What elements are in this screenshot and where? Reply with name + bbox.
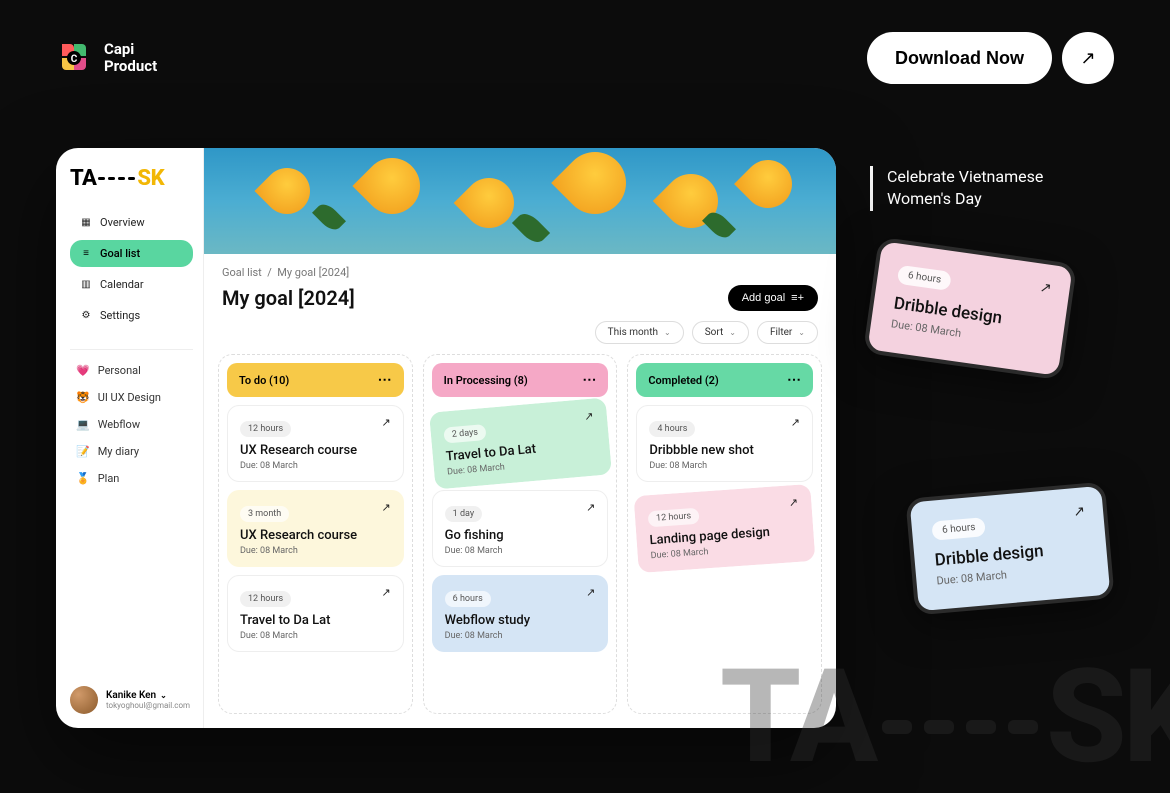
time-chip: 2 days (443, 424, 486, 444)
arrow-up-right-icon: ↗ (586, 586, 595, 599)
promo-card: 6 hours ↗ Dribble design Due: 08 March (905, 482, 1114, 616)
arrow-up-right-icon: ↗ (789, 496, 799, 510)
app-logo: TA SK (70, 166, 193, 191)
background-logo: TASK (720, 640, 1170, 793)
time-chip: 4 hours (649, 421, 695, 437)
note-icon: 📝 (76, 445, 90, 458)
chevron-down-icon: ⌄ (729, 328, 736, 337)
tag-ui-ux-design[interactable]: 🐯UI UX Design (70, 389, 193, 406)
sidebar-item-label: Goal list (100, 247, 140, 260)
sidebar-nav: ▦ Overview ≡ Goal list ▥ Calendar ⚙ Sett… (70, 209, 193, 329)
column-in-processing: In Processing (8) ⋯ 2 days ↗ Travel to D… (423, 354, 618, 714)
time-chip: 12 hours (240, 591, 291, 607)
chevron-down-icon: ⌄ (798, 328, 805, 337)
top-actions: Download Now ↗ (867, 32, 1114, 84)
sidebar-tags: 💗Personal 🐯UI UX Design 💻Webflow 📝My dia… (70, 362, 193, 487)
tiger-icon: 🐯 (76, 391, 90, 404)
sidebar: TA SK ▦ Overview ≡ Goal list ▥ Calendar … (56, 148, 204, 728)
arrow-up-right-icon: ↗ (381, 586, 390, 599)
heart-icon: 💗 (76, 364, 90, 377)
download-button[interactable]: Download Now (867, 32, 1052, 84)
arrow-up-right-icon: ↗ (1039, 280, 1053, 297)
tag-personal[interactable]: 💗Personal (70, 362, 193, 379)
breadcrumb[interactable]: Goal list / My goal [2024] (222, 266, 349, 279)
brand-logo: C Capi Product (56, 40, 157, 76)
tag-my-diary[interactable]: 📝My diary (70, 443, 193, 460)
sidebar-item-calendar[interactable]: ▥ Calendar (70, 271, 193, 298)
promo-card: 6 hours ↗ Dribble design Due: 08 March (863, 237, 1077, 381)
laptop-icon: 💻 (76, 418, 90, 431)
user-info: Kanike Ken⌄ tokyoghoul@gmail.com (106, 690, 190, 710)
sidebar-item-label: Settings (100, 309, 140, 322)
arrow-up-right-icon: ↗ (586, 501, 595, 514)
column-header-in-processing: In Processing (8) ⋯ (432, 363, 609, 397)
user-profile[interactable]: Kanike Ken⌄ tokyoghoul@gmail.com (70, 676, 193, 714)
time-chip: 6 hours (445, 591, 491, 607)
tag-webflow[interactable]: 💻Webflow (70, 416, 193, 433)
sidebar-item-overview[interactable]: ▦ Overview (70, 209, 193, 236)
filter-filter[interactable]: Filter⌄ (757, 321, 818, 344)
avatar (70, 686, 98, 714)
divider (70, 349, 193, 350)
hero-banner (204, 148, 836, 254)
chevron-down-icon: ⌄ (160, 691, 167, 700)
medal-icon: 🏅 (76, 472, 90, 485)
task-card[interactable]: 2 days ↗ Travel to Da Lat Due: 08 March (429, 397, 612, 489)
arrow-up-right-icon: ↗ (791, 416, 800, 429)
logo-dash-icon (98, 177, 135, 180)
top-bar: C Capi Product Download Now ↗ (0, 0, 1170, 104)
chevron-down-icon: ⌄ (664, 328, 671, 337)
brand-mark-icon: C (56, 40, 92, 76)
list-icon: ≡ (80, 248, 92, 260)
arrow-up-right-icon: ↗ (381, 416, 390, 429)
filter-bar: This month⌄ Sort⌄ Filter⌄ (204, 321, 836, 354)
time-chip: 6 hours (897, 265, 952, 291)
page-title: My goal [2024] (222, 286, 355, 310)
sidebar-item-label: Overview (100, 216, 145, 229)
sidebar-item-goal-list[interactable]: ≡ Goal list (70, 240, 193, 267)
arrow-up-right-icon: ↗ (1080, 48, 1095, 69)
grid-icon: ▦ (80, 217, 92, 229)
open-link-button[interactable]: ↗ (1062, 32, 1114, 84)
arrow-up-right-icon: ↗ (1073, 503, 1086, 520)
task-card[interactable]: 4 hours ↗ Dribbble new shot Due: 08 Marc… (636, 405, 813, 482)
sidebar-item-label: Calendar (100, 278, 144, 291)
brand-name: Capi Product (104, 41, 157, 76)
filter-period[interactable]: This month⌄ (595, 321, 684, 344)
add-icon: ≡+ (791, 292, 804, 304)
time-chip: 12 hours (240, 421, 291, 437)
task-card[interactable]: 3 month ↗ UX Research course Due: 08 Mar… (227, 490, 404, 567)
task-card[interactable]: 12 hours ↗ UX Research course Due: 08 Ma… (227, 405, 404, 482)
column-menu-icon[interactable]: ⋯ (582, 372, 596, 388)
add-goal-button[interactable]: Add goal≡+ (728, 285, 818, 311)
time-chip: 6 hours (931, 517, 986, 541)
column-header-todo: To do (10) ⋯ (227, 363, 404, 397)
task-card[interactable]: 1 day ↗ Go fishing Due: 08 March (432, 490, 609, 567)
time-chip: 3 month (240, 506, 289, 522)
promo-tagline: Celebrate Vietnamese Women's Day (870, 166, 1043, 211)
task-card[interactable]: 12 hours ↗ Travel to Da Lat Due: 08 Marc… (227, 575, 404, 652)
filter-sort[interactable]: Sort⌄ (692, 321, 749, 344)
time-chip: 1 day (445, 506, 482, 522)
app-window: TA SK ▦ Overview ≡ Goal list ▥ Calendar … (56, 148, 836, 728)
column-header-completed: Completed (2) ⋯ (636, 363, 813, 397)
arrow-up-right-icon: ↗ (583, 410, 593, 424)
gear-icon: ⚙ (80, 310, 92, 322)
arrow-up-right-icon: ↗ (381, 501, 390, 514)
task-card[interactable]: 6 hours ↗ Webflow study Due: 08 March (432, 575, 609, 652)
column-todo: To do (10) ⋯ 12 hours ↗ UX Research cour… (218, 354, 413, 714)
time-chip: 12 hours (648, 508, 700, 528)
column-menu-icon[interactable]: ⋯ (378, 372, 392, 388)
tag-plan[interactable]: 🏅Plan (70, 470, 193, 487)
svg-text:C: C (71, 54, 78, 65)
task-card[interactable]: 12 hours ↗ Landing page design Due: 08 M… (634, 484, 816, 573)
calendar-icon: ▥ (80, 279, 92, 291)
column-menu-icon[interactable]: ⋯ (787, 372, 801, 388)
sidebar-item-settings[interactable]: ⚙ Settings (70, 302, 193, 329)
